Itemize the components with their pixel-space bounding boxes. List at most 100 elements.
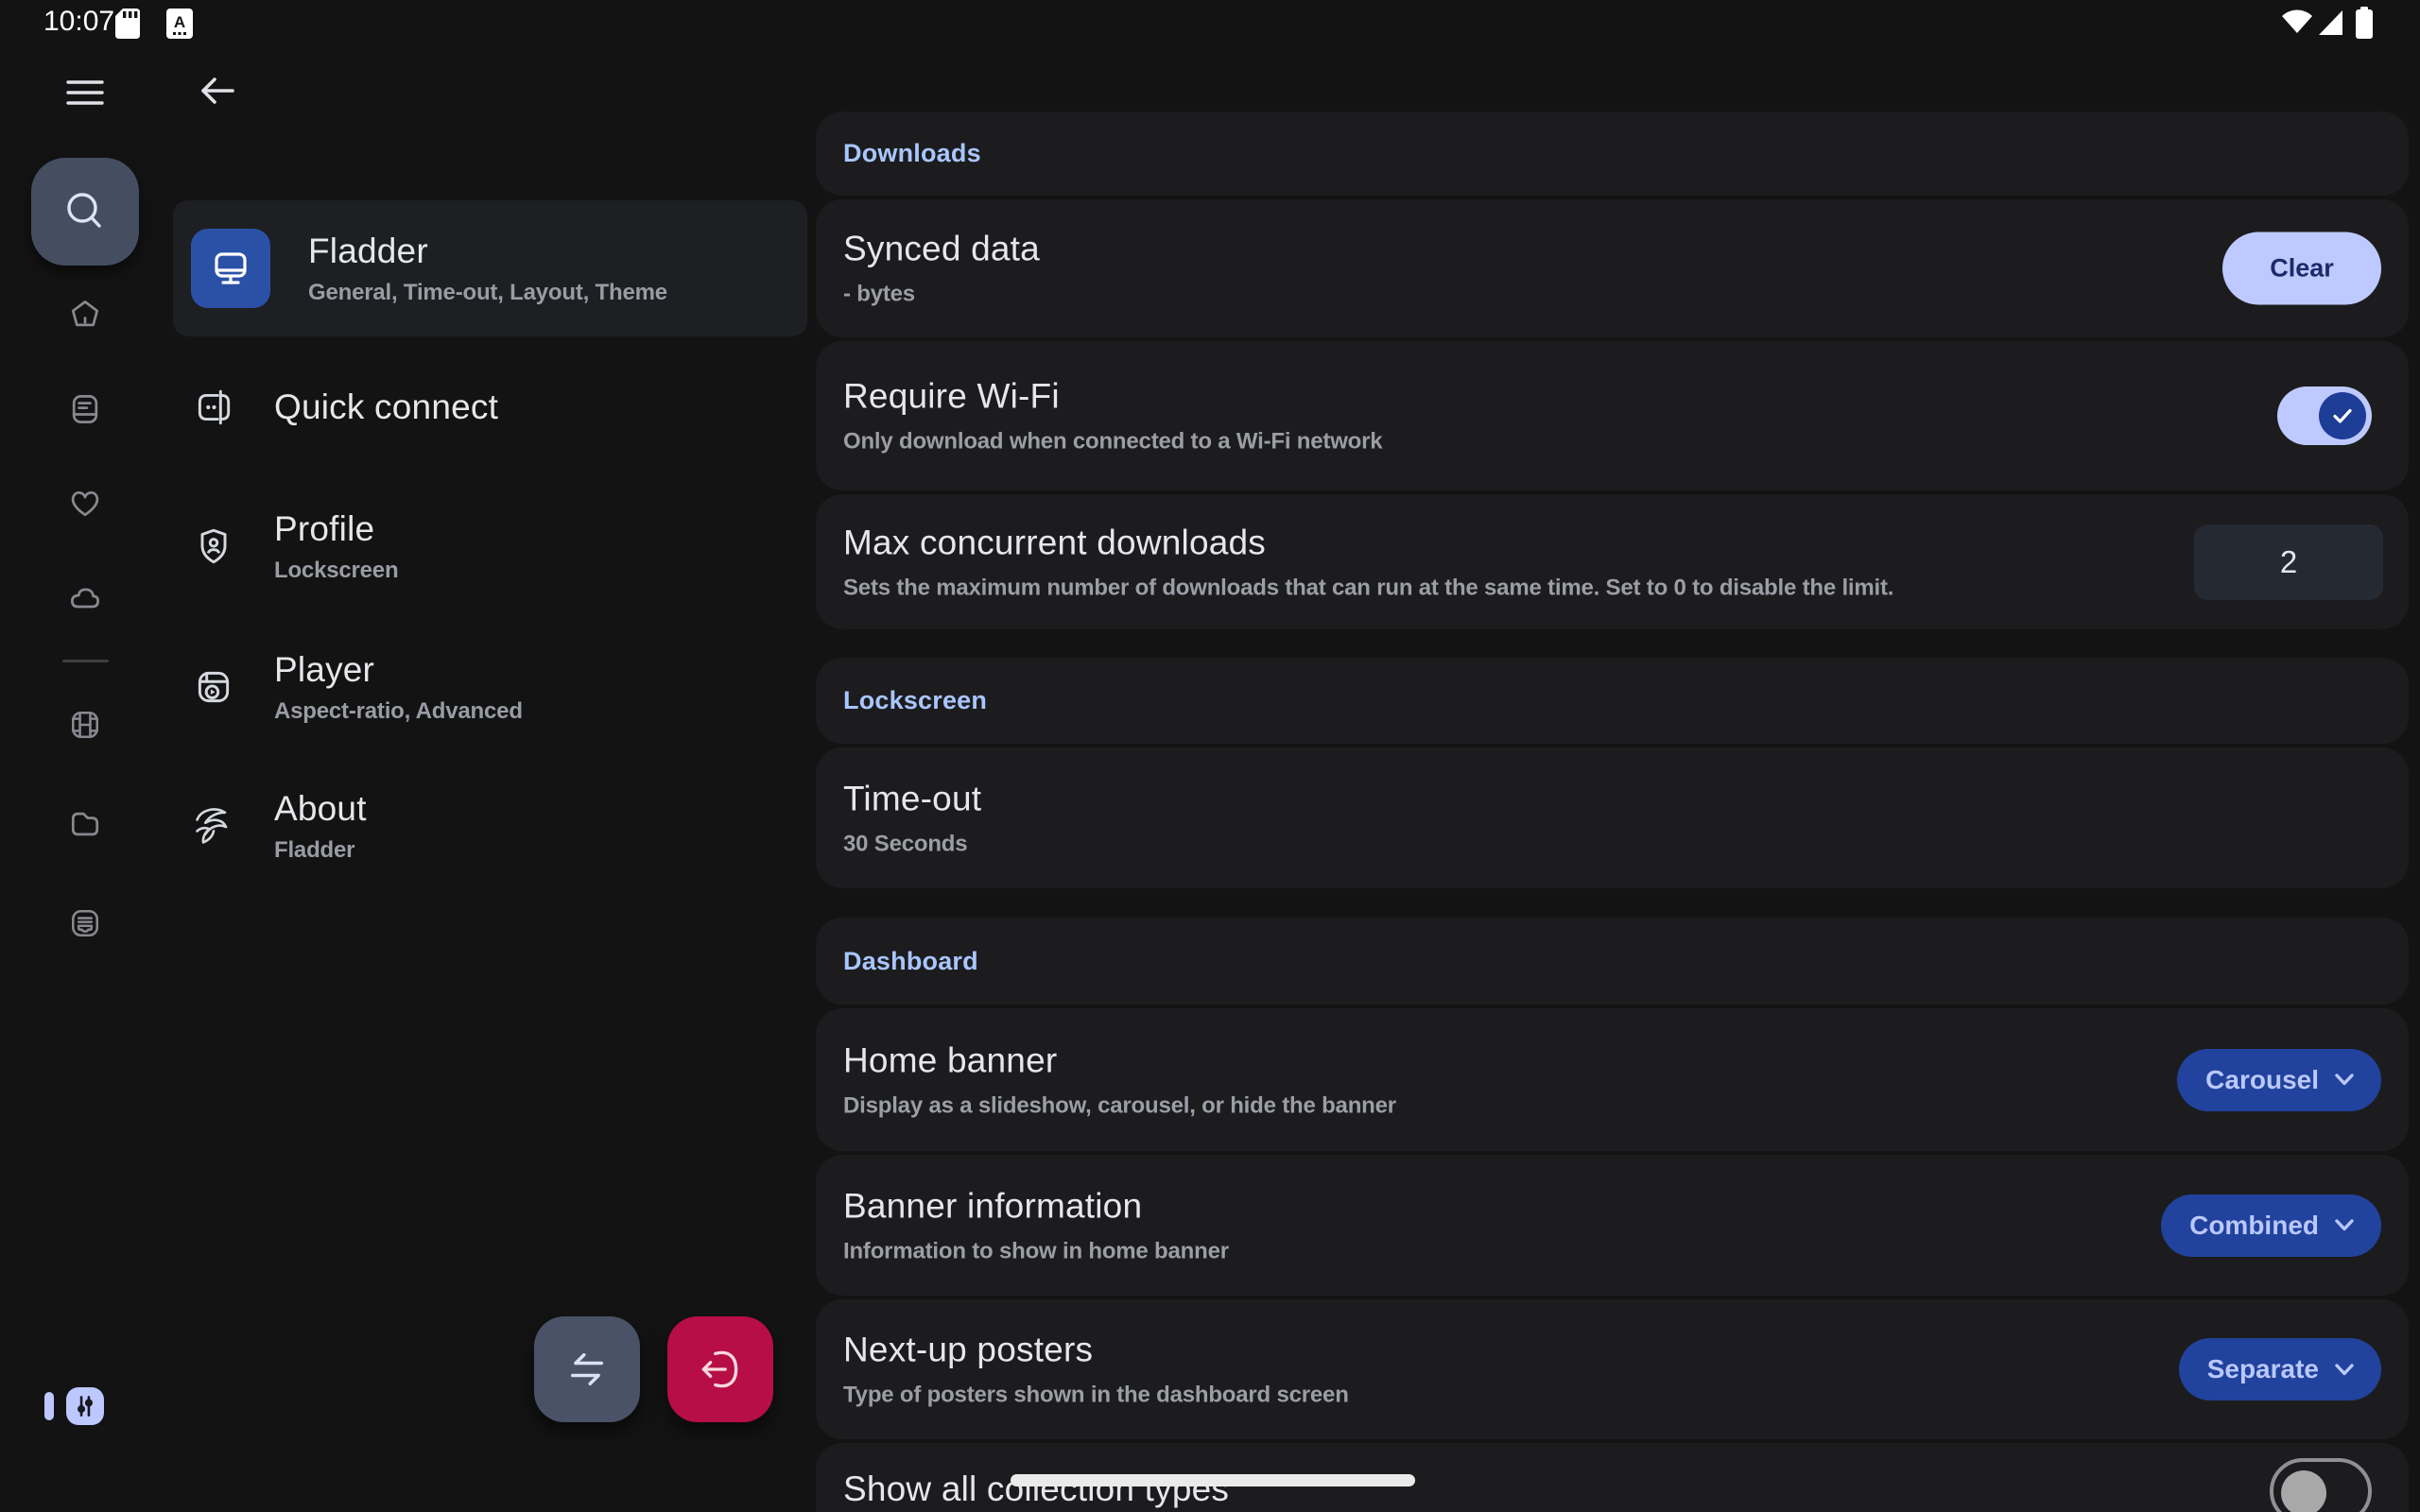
chevron-down-icon <box>2334 1218 2355 1232</box>
row-max-concurrent-downloads[interactable]: Max concurrent downloads Sets the maximu… <box>816 494 2409 629</box>
fladder-logo-icon <box>191 803 236 849</box>
clear-button[interactable]: Clear <box>2222 232 2381 305</box>
logout-icon <box>695 1344 746 1395</box>
section-header-label: Downloads <box>843 139 981 168</box>
folder-icon <box>66 803 104 845</box>
fladder-app-tile <box>191 229 270 308</box>
menu-item-subtitle: Aspect-ratio, Advanced <box>274 698 523 725</box>
row-title: Time-out <box>843 779 981 818</box>
dropdown-value: Separate <box>2207 1354 2319 1384</box>
hamburger-menu-button[interactable] <box>62 74 108 112</box>
row-title: Banner information <box>843 1186 1229 1226</box>
row-time-out[interactable]: Time-out 30 Seconds <box>816 747 2409 888</box>
rail-item-folders[interactable] <box>66 805 104 843</box>
chevron-down-icon <box>2334 1363 2355 1377</box>
toggle-thumb <box>2319 392 2366 439</box>
next-up-posters-dropdown[interactable]: Separate <box>2179 1338 2381 1400</box>
menu-item-fladder[interactable]: Fladder General, Time-out, Layout, Theme <box>173 200 807 336</box>
menu-item-title: About <box>274 789 367 829</box>
max-downloads-input[interactable]: 2 <box>2194 524 2383 600</box>
dropdown-value: Combined <box>2189 1211 2319 1241</box>
section-header-downloads: Downloads <box>816 112 2409 196</box>
row-title: Next-up posters <box>843 1331 1349 1370</box>
monitor-icon <box>208 246 253 291</box>
row-require-wifi[interactable]: Require Wi-Fi Only download when connect… <box>816 341 2409 490</box>
library-icon <box>66 388 104 430</box>
show-all-collection-types-toggle[interactable] <box>2270 1458 2372 1512</box>
settings-active-indicator <box>44 1392 54 1420</box>
rail-item-collections[interactable] <box>66 904 104 942</box>
menu-item-subtitle: General, Time-out, Layout, Theme <box>308 280 667 306</box>
rail-item-search[interactable] <box>31 158 139 266</box>
row-next-up-posters[interactable]: Next-up posters Type of posters shown in… <box>816 1299 2409 1439</box>
rail-item-media[interactable] <box>66 706 104 744</box>
svg-text:A: A <box>174 13 185 31</box>
rail-item-settings[interactable] <box>66 1387 104 1425</box>
row-subtitle: Only download when connected to a Wi-Fi … <box>843 429 1382 455</box>
row-subtitle: Information to show in home banner <box>843 1238 1229 1264</box>
quick-connect-icon <box>192 386 235 429</box>
menu-item-quick-connect[interactable]: Quick connect <box>173 371 807 443</box>
cloud-icon <box>66 576 104 618</box>
menu-item-title: Quick connect <box>274 387 498 427</box>
section-header-dashboard: Dashboard <box>816 918 2409 1005</box>
row-subtitle: - bytes <box>843 282 1040 308</box>
row-title: Max concurrent downloads <box>843 523 1893 562</box>
battery-icon <box>2356 7 2373 39</box>
toggle-thumb <box>2281 1470 2326 1512</box>
section-header-label: Dashboard <box>843 947 978 976</box>
row-subtitle: Display as a slideshow, carousel, or hid… <box>843 1092 1396 1119</box>
clock: 10:07 <box>43 6 114 38</box>
wifi-icon <box>2281 9 2313 35</box>
menu-item-title: Profile <box>274 509 398 549</box>
collections-icon <box>66 902 104 944</box>
swap-arrows-icon <box>562 1347 612 1392</box>
rail-item-home[interactable] <box>66 296 104 334</box>
banner-information-dropdown[interactable]: Combined <box>2161 1194 2381 1257</box>
gesture-navigation-bar[interactable] <box>1011 1474 1415 1486</box>
section-header-label: Lockscreen <box>843 686 987 715</box>
switch-server-button[interactable] <box>534 1316 640 1422</box>
cell-signal-icon <box>2319 10 2343 35</box>
rail-item-favorites[interactable] <box>66 484 104 522</box>
row-home-banner[interactable]: Home banner Display as a slideshow, caro… <box>816 1008 2409 1151</box>
menu-item-player[interactable]: Player Aspect-ratio, Advanced <box>173 642 807 732</box>
row-subtitle: Type of posters shown in the dashboard s… <box>843 1383 1349 1409</box>
heart-icon <box>66 482 104 524</box>
menu-item-subtitle: Fladder <box>274 837 367 864</box>
section-header-lockscreen: Lockscreen <box>816 658 2409 744</box>
row-subtitle: 30 Seconds <box>843 831 981 857</box>
keyboard-a-icon: A <box>166 9 193 39</box>
back-arrow-icon <box>199 74 236 108</box>
menu-item-title: Player <box>274 650 523 690</box>
shield-account-icon <box>192 524 235 568</box>
logout-button[interactable] <box>667 1316 773 1422</box>
menu-item-profile[interactable]: Profile Lockscreen <box>173 501 807 592</box>
menu-item-about[interactable]: About Fladder <box>173 781 807 871</box>
sliders-icon <box>72 1391 98 1421</box>
rail-item-library[interactable] <box>66 390 104 428</box>
rail-item-sync[interactable] <box>66 578 104 616</box>
require-wifi-toggle[interactable] <box>2277 387 2372 445</box>
row-banner-information[interactable]: Banner information Information to show i… <box>816 1155 2409 1296</box>
chevron-down-icon <box>2334 1073 2355 1087</box>
settings-screen: 10:07 A <box>0 0 2420 1512</box>
search-icon <box>60 187 110 236</box>
player-icon <box>192 665 235 709</box>
home-banner-dropdown[interactable]: Carousel <box>2177 1049 2381 1111</box>
row-subtitle: Sets the maximum number of downloads tha… <box>843 575 1893 601</box>
sdcard-icon <box>115 9 140 39</box>
rail-divider <box>62 660 109 662</box>
row-title: Home banner <box>843 1040 1396 1080</box>
film-icon <box>66 704 104 746</box>
back-button[interactable] <box>195 70 240 112</box>
row-synced-data[interactable]: Synced data - bytes Clear <box>816 199 2409 337</box>
row-title: Synced data <box>843 230 1040 269</box>
dropdown-value: Carousel <box>2205 1065 2319 1095</box>
check-icon <box>2330 404 2355 427</box>
menu-item-title: Fladder <box>308 232 667 271</box>
home-icon <box>66 294 104 335</box>
row-title: Require Wi-Fi <box>843 377 1382 417</box>
menu-item-subtitle: Lockscreen <box>274 558 398 584</box>
hamburger-menu-icon <box>66 78 104 107</box>
